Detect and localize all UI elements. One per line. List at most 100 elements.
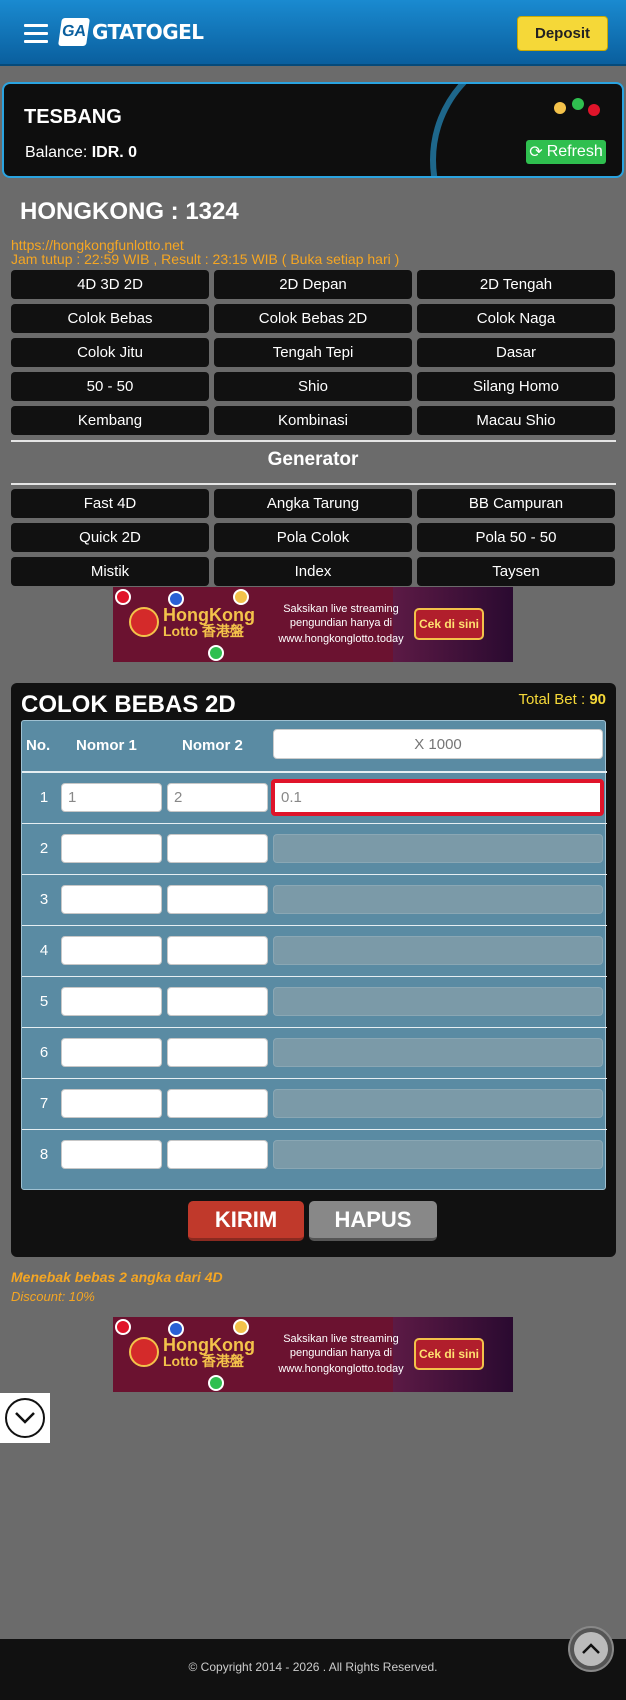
- bet-amount-input[interactable]: [271, 779, 604, 816]
- nomor-2-input[interactable]: [167, 885, 268, 914]
- market-schedule: Jam tutup : 22:59 WIB , Result : 23:15 W…: [11, 251, 400, 267]
- generator-button[interactable]: Quick 2D: [11, 523, 209, 552]
- nomor-1-input[interactable]: [61, 1140, 162, 1169]
- hongkong-lotto-ad-banner[interactable]: HongKong Lotto 香港盤 Saksikan live streami…: [113, 1317, 513, 1392]
- balance: Balance: IDR. 0: [25, 144, 137, 162]
- bet-amount-input[interactable]: [273, 1089, 603, 1118]
- nomor-2-input[interactable]: [167, 1140, 268, 1169]
- row-number: 4: [39, 942, 49, 959]
- nomor-2-input[interactable]: [167, 783, 268, 812]
- row-number: 5: [39, 993, 49, 1010]
- game-type-button[interactable]: Silang Homo: [417, 372, 615, 401]
- nomor-2-input[interactable]: [167, 1038, 268, 1067]
- bet-amount-input[interactable]: [273, 1038, 603, 1067]
- nomor-1-input[interactable]: [61, 987, 162, 1016]
- bet-row: 2: [22, 824, 607, 875]
- logo-text: GTATOGEL: [92, 20, 204, 44]
- refresh-icon: ⟳: [529, 144, 543, 161]
- hongkong-lotto-logo: [129, 1337, 159, 1367]
- game-description: Menebak bebas 2 angka dari 4D: [11, 1269, 223, 1285]
- ad-site: www.hongkonglotto.today: [278, 633, 404, 645]
- logo-badge: GA: [58, 18, 90, 46]
- hapus-button[interactable]: HAPUS: [309, 1201, 437, 1241]
- game-type-button[interactable]: Colok Bebas 2D: [214, 304, 412, 333]
- ad-brand-line2: Lotto 香港盤: [163, 1353, 244, 1369]
- generator-button[interactable]: Index: [214, 557, 412, 586]
- game-type-menu: 4D 3D 2D 2D Depan 2D Tengah Colok Bebas …: [11, 270, 616, 435]
- nomor-1-input[interactable]: [61, 885, 162, 914]
- market-title: HONGKONG : 1324: [20, 198, 239, 225]
- game-type-button[interactable]: Colok Bebas: [11, 304, 209, 333]
- col-nomor-1: Nomor 1: [76, 737, 137, 754]
- game-type-button[interactable]: 50 - 50: [11, 372, 209, 401]
- deposit-button[interactable]: Deposit: [517, 16, 608, 51]
- generator-button[interactable]: Angka Tarung: [214, 489, 412, 518]
- game-type-button[interactable]: Kembang: [11, 406, 209, 435]
- bet-amount-input[interactable]: [273, 885, 603, 914]
- game-type-button[interactable]: Dasar: [417, 338, 615, 367]
- ad-cek-button[interactable]: Cek di sini: [414, 608, 484, 640]
- nomor-1-input[interactable]: [61, 1089, 162, 1118]
- row-number: 2: [39, 840, 49, 857]
- total-bet-value: 90: [589, 691, 606, 708]
- row-number: 1: [39, 789, 49, 806]
- col-nomor-2: Nomor 2: [182, 737, 243, 754]
- generator-title: Generator: [267, 449, 359, 470]
- multiplier-input[interactable]: [273, 729, 603, 759]
- game-type-button[interactable]: Tengah Tepi: [214, 338, 412, 367]
- nomor-2-input[interactable]: [167, 987, 268, 1016]
- game-type-button[interactable]: 4D 3D 2D: [11, 270, 209, 299]
- nomor-1-input[interactable]: [61, 834, 162, 863]
- bet-amount-input[interactable]: [273, 1140, 603, 1169]
- generator-button[interactable]: Pola Colok: [214, 523, 412, 552]
- nomor-2-input[interactable]: [167, 834, 268, 863]
- scroll-to-top-button[interactable]: [568, 1626, 614, 1672]
- row-number: 6: [39, 1044, 49, 1061]
- nomor-1-input[interactable]: [61, 936, 162, 965]
- hongkong-lotto-ad-banner[interactable]: HongKong Lotto 香港盤 Saksikan live streami…: [113, 587, 513, 662]
- nomor-2-input[interactable]: [167, 936, 268, 965]
- bet-amount-input[interactable]: [273, 936, 603, 965]
- game-type-button[interactable]: Colok Naga: [417, 304, 615, 333]
- hamburger-menu-icon[interactable]: [24, 24, 48, 44]
- game-type-button[interactable]: 2D Depan: [214, 270, 412, 299]
- refresh-label: Refresh: [546, 143, 603, 160]
- col-no: No.: [26, 737, 51, 754]
- site-logo[interactable]: GA GTATOGEL: [58, 18, 204, 46]
- kirim-button[interactable]: KIRIM: [188, 1201, 304, 1241]
- bet-row: 6: [22, 1028, 607, 1079]
- generator-button[interactable]: Taysen: [417, 557, 615, 586]
- generator-button[interactable]: Pola 50 - 50: [417, 523, 615, 552]
- scroll-down-button[interactable]: [0, 1393, 50, 1443]
- bet-amount-input[interactable]: [273, 834, 603, 863]
- game-type-button[interactable]: Macau Shio: [417, 406, 615, 435]
- row-number: 8: [39, 1146, 49, 1163]
- game-type-button[interactable]: Kombinasi: [214, 406, 412, 435]
- bet-panel: COLOK BEBAS 2D Total Bet : 90 No. Nomor …: [11, 683, 616, 1257]
- footer: © Copyright 2014 - 2026 . All Rights Res…: [0, 1639, 626, 1700]
- nomor-1-input[interactable]: [61, 783, 162, 812]
- username: TESBANG: [24, 106, 122, 128]
- ad-brand: HongKong Lotto 香港盤: [163, 1336, 255, 1369]
- bet-amount-input[interactable]: [273, 987, 603, 1016]
- bet-row: 8: [22, 1130, 607, 1181]
- bet-table: No. Nomor 1 Nomor 2 1 2 3 4: [21, 720, 607, 1190]
- ad-brand-line2: Lotto 香港盤: [163, 623, 244, 639]
- game-type-button[interactable]: Colok Jitu: [11, 338, 209, 367]
- nomor-1-input[interactable]: [61, 1038, 162, 1067]
- refresh-button[interactable]: ⟳ Refresh: [526, 140, 606, 164]
- game-type-button[interactable]: 2D Tengah: [417, 270, 615, 299]
- balance-value: IDR. 0: [91, 144, 138, 161]
- generator-button[interactable]: Fast 4D: [11, 489, 209, 518]
- account-banner: TESBANG Balance: IDR. 0 ⟳ Refresh: [2, 82, 624, 178]
- generator-button[interactable]: Mistik: [11, 557, 209, 586]
- game-type-button[interactable]: Shio: [214, 372, 412, 401]
- total-bet: Total Bet : 90: [518, 691, 606, 708]
- bet-panel-title: COLOK BEBAS 2D: [21, 691, 236, 718]
- nomor-2-input[interactable]: [167, 1089, 268, 1118]
- balance-label: Balance:: [25, 144, 88, 161]
- divider: [11, 440, 616, 442]
- ad-cek-button[interactable]: Cek di sini: [414, 1338, 484, 1370]
- chevron-down-icon: [5, 1398, 45, 1438]
- generator-button[interactable]: BB Campuran: [417, 489, 615, 518]
